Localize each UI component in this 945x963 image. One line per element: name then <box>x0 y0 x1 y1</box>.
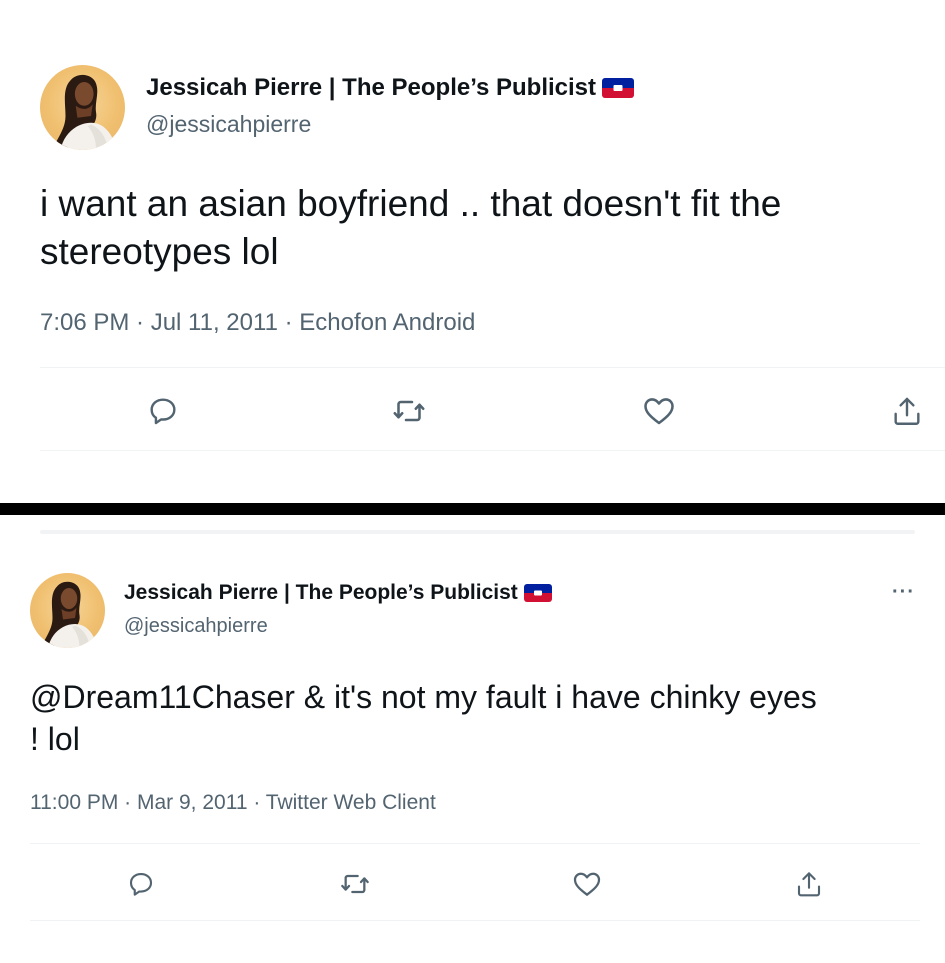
like-button[interactable] <box>636 388 682 434</box>
share-button[interactable] <box>788 863 830 905</box>
retweet-icon <box>393 400 425 422</box>
divider <box>40 450 945 451</box>
tweet-card: Jessicah Pierre | The People’s Publicist… <box>0 0 945 503</box>
author-name[interactable]: Jessicah Pierre | The People’s Publicist <box>146 74 596 102</box>
author-name-line[interactable]: Jessicah Pierre | The People’s Publicist <box>124 581 552 605</box>
avatar[interactable] <box>40 65 125 150</box>
haiti-flag-icon <box>523 584 552 602</box>
divider <box>30 843 920 844</box>
more-options-button[interactable]: ··· <box>892 581 915 604</box>
tweet-card: Jessicah Pierre | The People’s Publicist… <box>0 515 945 963</box>
image-separator <box>0 503 945 515</box>
like-button[interactable] <box>566 863 608 905</box>
action-bar <box>0 380 945 440</box>
share-icon <box>894 397 920 425</box>
reply-icon <box>150 398 176 425</box>
share-icon <box>797 872 821 897</box>
tweet-text: @Dream11Chaser & it's not my fault i hav… <box>30 679 817 757</box>
divider <box>40 367 945 368</box>
reply-button[interactable] <box>140 388 186 434</box>
reply-icon <box>129 872 153 896</box>
heart-icon <box>644 398 674 425</box>
divider <box>30 920 920 921</box>
reply-button[interactable] <box>120 863 162 905</box>
heart-icon <box>573 872 601 896</box>
author-handle[interactable]: @jessicahpierre <box>146 111 311 138</box>
haiti-flag-icon <box>602 78 635 98</box>
screenshot-composite: Jessicah Pierre | The People’s Publicist… <box>0 0 945 963</box>
retweet-icon <box>341 874 369 894</box>
tweet-timestamp-source[interactable]: 7:06 PM · Jul 11, 2011 · Echofon Android <box>40 309 475 337</box>
avatar[interactable] <box>30 573 105 648</box>
author-name-line[interactable]: Jessicah Pierre | The People’s Publicist <box>146 74 635 102</box>
tweet-text: i want an asian boyfriend .. that doesn'… <box>40 183 782 273</box>
author-name[interactable]: Jessicah Pierre | The People’s Publicist <box>124 581 518 605</box>
action-bar <box>0 857 945 913</box>
retweet-button[interactable] <box>386 388 432 434</box>
avatar-photo-icon <box>51 74 117 150</box>
share-button[interactable] <box>884 388 930 434</box>
tweet-timestamp-source[interactable]: 11:00 PM · Mar 9, 2011 · Twitter Web Cli… <box>30 791 436 815</box>
author-handle[interactable]: @jessicahpierre <box>124 615 268 638</box>
avatar-photo-icon <box>40 581 98 648</box>
retweet-button[interactable] <box>334 863 376 905</box>
